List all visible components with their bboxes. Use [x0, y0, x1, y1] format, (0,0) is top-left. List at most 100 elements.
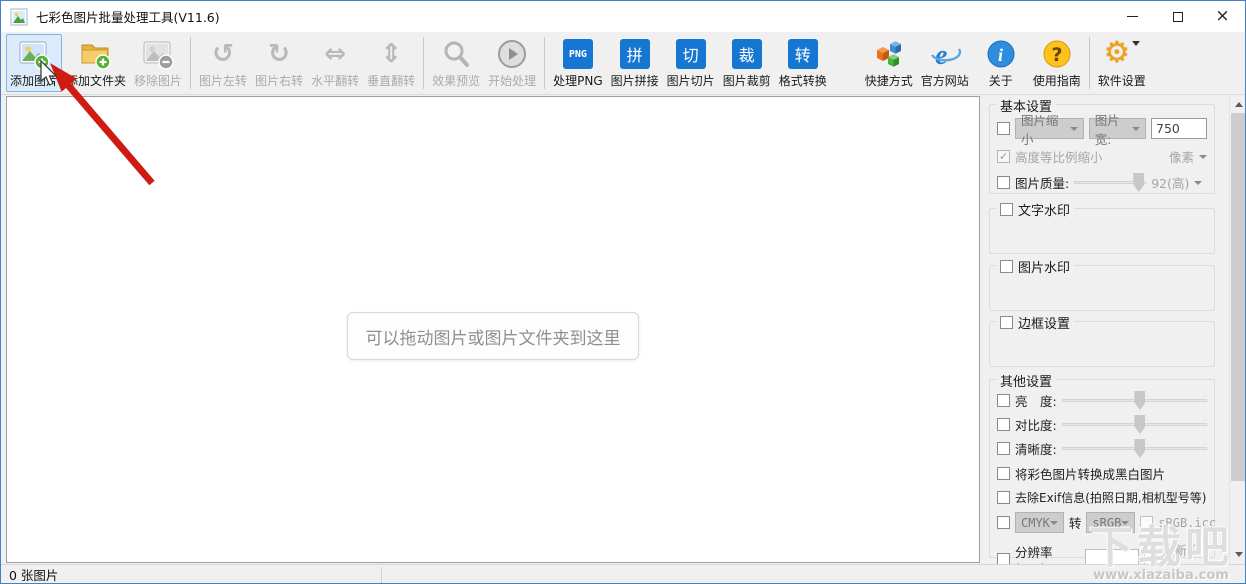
brightness-checkbox[interactable] [997, 394, 1010, 407]
chevron-down-icon [1131, 41, 1140, 46]
toolbar-button-label: 关于 [988, 74, 1013, 88]
width-mode-select[interactable]: 图片宽: [1088, 113, 1146, 147]
selected-option: 92(高) [1151, 176, 1190, 191]
image-width-input[interactable] [1151, 118, 1207, 139]
border-settings-group: 边框设置 · · · [989, 313, 1215, 367]
unit-select[interactable]: 像素 [1169, 147, 1207, 166]
toolbar-button-settings[interactable]: ⚙ 软件设置 [1094, 34, 1150, 92]
selected-option: 图片宽: [1094, 112, 1120, 147]
gear-icon: ⚙ [1103, 35, 1130, 69]
drop-hint-box: 可以拖动图片或图片文件夹到这里 [347, 312, 639, 360]
icc-checkbox[interactable] [1140, 516, 1154, 529]
svg-text:e: e [935, 40, 947, 70]
toolbar-button-flip-horizontal[interactable]: ⇔ 水平翻转 [307, 34, 363, 92]
toolbar-button-label: 图片裁剪 [722, 74, 771, 88]
toolbar-separator [190, 37, 192, 89]
minimize-button[interactable] [1110, 1, 1155, 32]
convert-to-label: 转 [1068, 516, 1082, 531]
slider-thumb[interactable] [1134, 439, 1146, 458]
toolbar-button-crop-images[interactable]: 裁 图片裁剪 [719, 34, 775, 92]
chevron-down-icon [1049, 520, 1058, 525]
quality-slider[interactable] [1074, 173, 1147, 192]
toolbar-button-add-images[interactable]: 添加图片 [6, 34, 63, 92]
keep-ratio-checkbox[interactable]: ✓ [997, 150, 1010, 163]
toolbar-button-about[interactable]: i 关于 [973, 34, 1029, 92]
toolbar-button-label: 添加图片 [10, 74, 59, 88]
remove-image-icon [142, 37, 174, 71]
selected-option: CMYK [1021, 515, 1050, 530]
cmyk-source-select[interactable]: CMYK [1015, 512, 1064, 533]
maximize-icon [1172, 11, 1183, 22]
crop-badge-icon: 裁 [731, 39, 762, 69]
png-badge-icon: PNG [562, 39, 593, 69]
quality-value-select[interactable]: 92(高) [1151, 173, 1203, 192]
cubes-icon [873, 37, 905, 71]
maximize-button[interactable] [1155, 1, 1200, 32]
toolbar-button-start-process[interactable]: 开始处理 [484, 34, 540, 92]
cmyk-convert-checkbox[interactable] [997, 516, 1010, 529]
toolbar-separator [544, 37, 546, 89]
add-image-icon [18, 37, 50, 71]
toolbar-separator [1088, 37, 1090, 89]
flip-horizontal-icon: ⇔ [324, 39, 346, 69]
panel-scrollbar[interactable] [1229, 96, 1245, 563]
svg-text:?: ? [1051, 44, 1062, 66]
sharpness-slider[interactable] [1061, 439, 1207, 458]
status-bar: 0 张图片 [1, 564, 1245, 583]
join-badge-icon: 拼 [619, 39, 650, 69]
group-title: 基本设置 [1000, 100, 1053, 115]
border-checkbox[interactable] [1000, 316, 1013, 329]
image-list-area[interactable]: 可以拖动图片或图片文件夹到这里 [6, 96, 980, 563]
add-folder-icon [79, 37, 113, 71]
sharpness-checkbox[interactable] [997, 442, 1010, 455]
toolbar-button-slice-images[interactable]: 切 图片切片 [663, 34, 719, 92]
toolbar-button-guide[interactable]: ? 使用指南 [1029, 34, 1085, 92]
scrollbar-thumb[interactable] [1231, 113, 1245, 481]
text-watermark-checkbox[interactable] [1000, 203, 1013, 216]
toolbar-button-preview[interactable]: 效果预览 [428, 34, 484, 92]
toolbar-button-process-png[interactable]: PNG 处理PNG [549, 34, 607, 92]
close-icon: × [1215, 6, 1230, 26]
grayscale-checkbox[interactable] [997, 467, 1010, 480]
toolbar-button-add-folder[interactable]: 添加文件夹 [62, 34, 130, 92]
shrink-mode-select[interactable]: 图片缩小 [1015, 113, 1084, 147]
toolbar-button-website[interactable]: e 官方网站 [917, 34, 973, 92]
toolbar-button-flip-vertical[interactable]: ⇕ 垂直翻转 [363, 34, 419, 92]
toolbar-button-label: 移除图片 [134, 74, 183, 88]
app-window: 七彩色图片批量处理工具(V11.6) × 添加图片 添加文件夹 移除图片 ↺ 图… [0, 0, 1246, 584]
slider-thumb[interactable] [1134, 391, 1146, 410]
toolbar-button-label: 格式转换 [778, 74, 827, 88]
image-count-status: 0 张图片 [9, 568, 59, 583]
brightness-slider[interactable] [1061, 391, 1207, 410]
info-icon: i [986, 37, 1016, 71]
toolbar-button-label: 图片左转 [199, 74, 248, 88]
statusbar-divider [381, 567, 382, 583]
slider-thumb[interactable] [1134, 415, 1146, 434]
contrast-checkbox[interactable] [997, 418, 1010, 431]
brightness-label: 亮 度: [1015, 394, 1057, 409]
group-title: 其他设置 [1000, 375, 1053, 390]
scroll-down-button[interactable] [1230, 546, 1245, 563]
slider-thumb[interactable] [1133, 173, 1145, 192]
close-button[interactable]: × [1200, 1, 1245, 32]
remove-exif-checkbox[interactable] [997, 491, 1010, 504]
icc-label: sRGB.icc [1158, 515, 1217, 530]
chevron-up-icon [1234, 102, 1243, 107]
image-watermark-checkbox[interactable] [1000, 260, 1013, 273]
toolbar-button-convert-format[interactable]: 转 格式转换 [775, 34, 831, 92]
toolbar-button-join-images[interactable]: 拼 图片拼接 [607, 34, 663, 92]
basic-settings-legend: 基本设置 [996, 96, 1057, 115]
quality-checkbox[interactable] [997, 176, 1010, 189]
toolbar-button-shortcut[interactable]: 快捷方式 [861, 34, 917, 92]
flip-vertical-icon: ⇕ [380, 39, 402, 69]
convert-badge-icon: 转 [787, 39, 818, 69]
toolbar-button-rotate-left[interactable]: ↺ 图片左转 [195, 34, 251, 92]
toolbar-button-remove-images[interactable]: 移除图片 [130, 34, 186, 92]
srgb-target-select[interactable]: sRGB [1086, 512, 1136, 533]
contrast-slider[interactable] [1061, 415, 1207, 434]
shrink-checkbox[interactable] [997, 122, 1010, 135]
scroll-up-button[interactable] [1230, 96, 1245, 113]
toolbar-button-rotate-right[interactable]: ↻ 图片右转 [251, 34, 307, 92]
contrast-label: 对比度: [1015, 418, 1057, 433]
minimize-icon [1127, 16, 1138, 17]
